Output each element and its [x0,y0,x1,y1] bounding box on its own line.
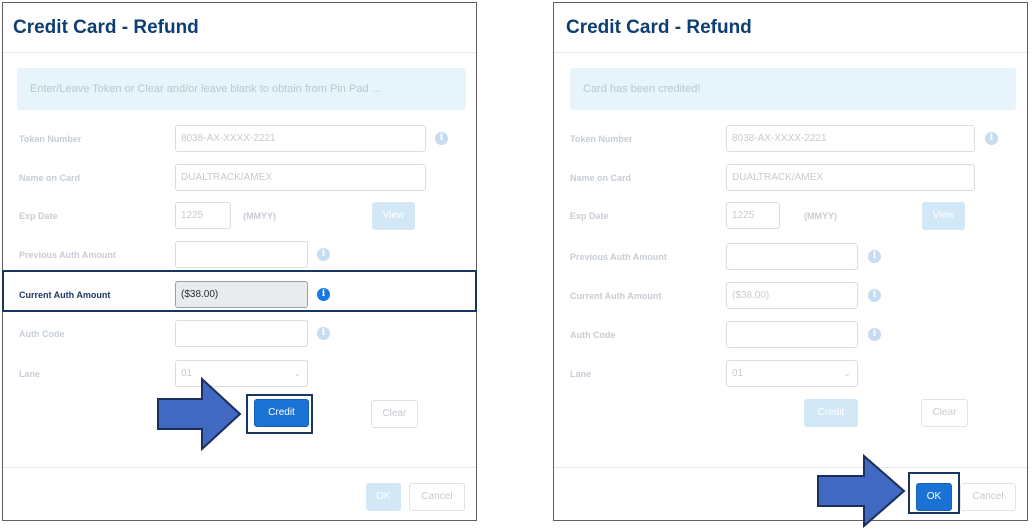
token-info-icon[interactable]: i [435,132,448,145]
credit-button[interactable]: Credit [804,399,858,427]
lane-row: Lane 01 ⌄ [554,360,1027,390]
name-on-card-label: Name on Card [570,173,632,183]
exp-date-label: Exp Date [19,211,58,221]
current-auth-row: Current Auth Amount ($38.00) i [554,282,1027,312]
lane-label: Lane [19,369,41,379]
dialog-title: Credit Card - Refund [13,17,199,38]
chevron-down-icon: ⌄ [293,368,301,378]
auth-code-label: Auth Code [19,329,65,339]
callout-arrow-icon [817,454,906,528]
lane-select[interactable]: 01 ⌄ [726,360,858,387]
name-on-card-input[interactable]: DUALTRACK/AMEX [726,164,975,191]
auth-code-info-icon[interactable]: i [317,327,330,340]
token-number-row: Token Number 8038-AX-XXXX-2221 i [554,125,1027,155]
lane-selected-value: 01 [732,368,744,379]
previous-auth-row: Previous Auth Amount i [3,241,476,271]
ok-button[interactable]: OK [366,483,401,511]
name-on-card-row: Name on Card DUALTRACK/AMEX [554,164,1027,194]
current-auth-input[interactable]: ($38.00) [726,282,858,309]
callout-arrow-icon [157,377,242,451]
name-on-card-input[interactable]: DUALTRACK/AMEX [175,164,426,191]
auth-code-input[interactable] [726,321,858,348]
exp-date-input[interactable]: 1225 [175,202,231,229]
exp-date-row: Exp Date 1225 (MMYY) View [554,202,1027,232]
name-on-card-label: Name on Card [19,173,81,183]
current-auth-info-icon[interactable]: i [868,289,881,302]
auth-code-row: Auth Code i [554,321,1027,351]
view-button[interactable]: View [372,202,415,230]
token-number-label: Token Number [570,134,633,144]
auth-code-label: Auth Code [570,330,616,340]
clear-button[interactable]: Clear [921,399,968,427]
previous-auth-label: Previous Auth Amount [19,250,116,260]
exp-date-input[interactable]: 1225 [726,202,780,229]
exp-date-row: Exp Date 1225 (MMYY) View [3,202,476,232]
clear-button[interactable]: Clear [371,400,418,428]
footer-divider [554,467,1027,468]
title-divider [554,52,1027,53]
view-button[interactable]: View [922,202,965,230]
previous-auth-input[interactable] [175,241,308,268]
previous-auth-input[interactable] [726,243,858,270]
token-number-input[interactable]: 8038-AX-XXXX-2221 [175,125,426,152]
auth-code-row: Auth Code i [3,320,476,350]
auth-code-input[interactable] [175,320,308,347]
name-on-card-row: Name on Card DUALTRACK/AMEX [3,164,476,194]
credit-button-highlight-box [246,394,313,434]
title-divider [3,52,476,53]
cancel-button[interactable]: Cancel [960,483,1016,511]
current-auth-label: Current Auth Amount [570,291,662,301]
previous-auth-label: Previous Auth Amount [570,252,667,262]
exp-date-format-hint: (MMYY) [804,211,837,221]
chevron-down-icon: ⌄ [843,368,851,378]
status-message: Enter/Leave Token or Clear and/or leave … [17,68,466,110]
token-info-icon[interactable]: i [985,132,998,145]
token-number-input[interactable]: 8038-AX-XXXX-2221 [726,125,975,152]
previous-auth-info-icon[interactable]: i [868,250,881,263]
previous-auth-row: Previous Auth Amount i [554,243,1027,273]
token-number-row: Token Number 8038-AX-XXXX-2221 i [3,125,476,155]
auth-code-info-icon[interactable]: i [868,328,881,341]
previous-auth-info-icon[interactable]: i [317,248,330,261]
exp-date-format-hint: (MMYY) [243,211,276,221]
footer-divider [3,467,476,468]
dialog-title: Credit Card - Refund [566,17,752,38]
ok-button-highlight-box [908,472,960,514]
credit-card-refund-dialog-right: Credit Card - Refund Card has been credi… [553,2,1028,521]
status-message: Card has been credited! [570,68,1016,110]
token-number-label: Token Number [19,134,82,144]
current-auth-highlight-box [2,270,477,312]
cancel-button[interactable]: Cancel [409,483,465,511]
exp-date-label: Exp Date [570,211,609,221]
lane-label: Lane [570,369,592,379]
